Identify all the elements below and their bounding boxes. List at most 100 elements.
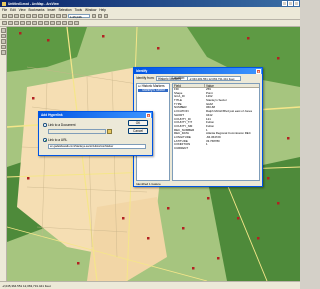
back-icon[interactable] — [38, 20, 43, 26]
forward-icon[interactable] — [44, 20, 49, 26]
marker-point — [257, 237, 260, 240]
menu-edit[interactable]: Edit — [10, 8, 16, 12]
help-icon[interactable] — [103, 13, 108, 19]
arcmap-icon — [2, 1, 6, 6]
marker-point — [157, 47, 160, 50]
close-icon[interactable] — [294, 1, 299, 6]
cut-icon[interactable] — [26, 13, 31, 19]
add-hyperlink-dialog: Add Hyperlink × Link to a Document Link … — [38, 111, 153, 156]
marker-point — [167, 207, 170, 210]
marker-point — [217, 257, 220, 260]
link-document-radio[interactable] — [43, 123, 47, 127]
menu-view[interactable]: View — [19, 8, 26, 12]
maximize-icon[interactable] — [288, 1, 293, 6]
measure-icon[interactable] — [68, 20, 73, 26]
marker-point — [277, 202, 280, 205]
map-scale-field[interactable]: 1:25,046 — [68, 13, 90, 19]
attribute-field-name: CURRENT — [174, 147, 189, 150]
link-url-radio[interactable] — [43, 138, 47, 142]
tools-toolbar — [0, 20, 300, 27]
hyperlink-title-bar[interactable]: Add Hyperlink × — [39, 112, 152, 118]
zoom-out-icon[interactable] — [8, 20, 13, 26]
coordinate-readout: -2,045,364.551 12,063,731.441 Feet — [2, 283, 51, 288]
save-icon[interactable] — [14, 13, 19, 19]
find-icon[interactable] — [62, 20, 67, 26]
marker-point — [207, 197, 210, 200]
paste-icon[interactable] — [38, 13, 43, 19]
marker-point — [19, 32, 22, 35]
identify-icon[interactable] — [56, 20, 61, 26]
hyperlink-title: Add Hyperlink — [41, 113, 63, 117]
title-bar: Untitled3.mxd - ArcMap - ArcView — [0, 0, 300, 7]
marker-point — [77, 262, 80, 265]
menu-file[interactable]: File — [2, 8, 7, 12]
menu-insert[interactable]: Insert — [47, 8, 55, 12]
menu-help[interactable]: Help — [99, 8, 106, 12]
fixed-zoom-in-icon[interactable] — [14, 20, 19, 26]
select-icon[interactable] — [50, 20, 55, 26]
attribute-field-value — [205, 147, 259, 151]
close-icon[interactable]: × — [146, 112, 151, 118]
marker-point — [47, 39, 50, 42]
menu-window[interactable]: Window — [85, 8, 96, 12]
zoom-in-icon[interactable] — [2, 20, 7, 26]
standard-toolbar: 1:25,046 — [0, 13, 300, 20]
cancel-button[interactable]: Cancel — [128, 128, 148, 134]
marker-point — [122, 217, 125, 220]
marker-point — [277, 57, 280, 60]
delete-icon[interactable] — [44, 13, 49, 19]
marker-point — [237, 217, 240, 220]
document-path-field[interactable] — [48, 129, 106, 134]
editor-icon[interactable] — [91, 13, 96, 19]
folder-icon[interactable] — [107, 129, 112, 134]
identify-title-bar[interactable]: Identify × — [134, 68, 262, 74]
left-toolbar — [0, 27, 7, 281]
window-title: Untitled3.mxd - ArcMap - ArcView — [8, 1, 59, 6]
menu-bookmarks[interactable]: Bookmarks — [29, 8, 45, 12]
attribute-table: Field Value FID 259 Shape Point GCA_ID 1262 TI… — [172, 83, 260, 181]
text-icon[interactable] — [1, 33, 6, 38]
attribute-row[interactable]: CURRENT — [173, 147, 259, 151]
hyperlink-icon[interactable] — [74, 20, 79, 26]
ok-button[interactable]: OK — [128, 120, 148, 126]
line-icon[interactable] — [1, 44, 6, 49]
tree-node-feature[interactable]: Stanley's Sector — [138, 88, 168, 93]
draw-icon[interactable] — [1, 28, 6, 33]
copy-icon[interactable] — [32, 13, 37, 19]
link-url-option[interactable]: Link to a URL — [43, 138, 67, 142]
minimize-icon[interactable] — [282, 1, 287, 6]
rectangle-icon[interactable] — [1, 39, 6, 44]
status-bar: -2,045,364.551 12,063,731.441 Feet — [0, 281, 300, 289]
location-label: Location: — [172, 76, 185, 81]
marker-point — [147, 237, 150, 240]
marker-point — [287, 137, 290, 140]
identify-status: Identified 1 feature — [136, 182, 161, 186]
color-icon[interactable] — [1, 50, 6, 55]
fixed-zoom-out-icon[interactable] — [20, 20, 25, 26]
marker-point — [102, 35, 105, 38]
full-extent-icon[interactable] — [32, 20, 37, 26]
print-icon[interactable] — [20, 13, 25, 19]
link-url-label: Link to a URL — [48, 138, 68, 142]
field-column-header[interactable]: Field — [173, 84, 205, 88]
redo-icon[interactable] — [56, 13, 61, 19]
link-document-option[interactable]: Link to a Document — [43, 123, 75, 127]
marker-point — [192, 267, 195, 270]
menu-selection[interactable]: Selection — [58, 8, 71, 12]
value-column-header[interactable]: Value — [205, 84, 214, 88]
undo-icon[interactable] — [50, 13, 55, 19]
url-field[interactable]: en.gadetidewalk.com/Stanleys-sector/Hist… — [48, 144, 146, 149]
menu-tools[interactable]: Tools — [75, 8, 82, 12]
pan-icon[interactable] — [26, 20, 31, 26]
catalog-icon[interactable] — [97, 13, 102, 19]
marker-point — [27, 177, 30, 180]
close-icon[interactable]: × — [256, 68, 261, 74]
open-icon[interactable] — [8, 13, 13, 19]
marker-point — [182, 227, 185, 230]
link-document-label: Link to a Document — [48, 123, 76, 127]
marker-point — [267, 177, 270, 180]
add-data-icon[interactable] — [62, 13, 67, 19]
location-value: -2,043,281.551 12,063,731.441 Feet — [186, 76, 241, 81]
identify-title: Identify — [136, 69, 148, 73]
new-icon[interactable] — [2, 13, 7, 19]
